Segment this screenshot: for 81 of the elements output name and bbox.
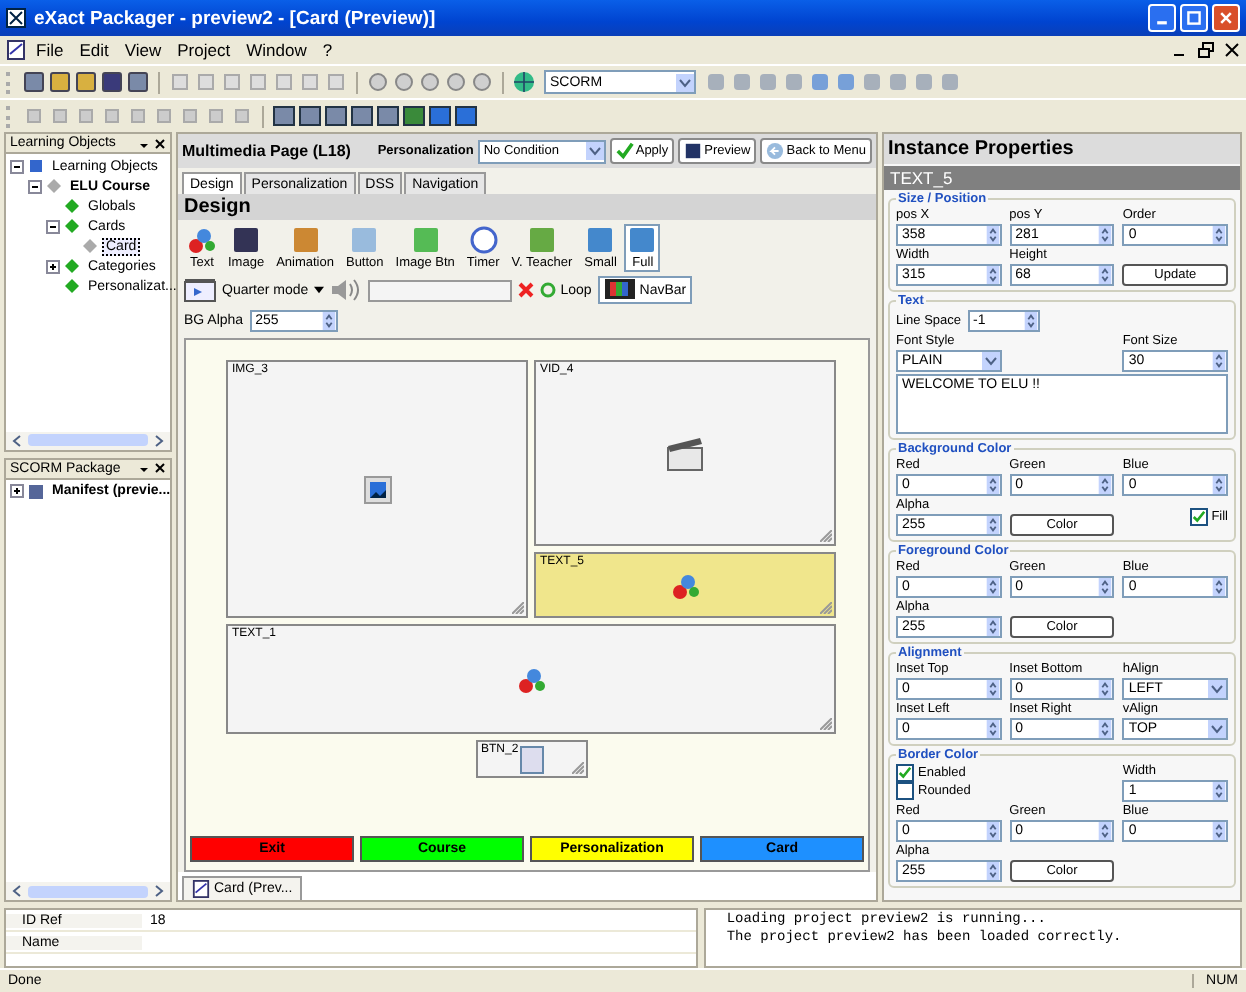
- page-title: Multimedia Page (L18): [182, 142, 351, 160]
- monitor-icon: [603, 278, 636, 302]
- resize-grip-icon[interactable]: [820, 718, 832, 730]
- instance-name: TEXT_5: [884, 166, 1240, 190]
- spin-arrows-icon[interactable]: [985, 822, 1000, 840]
- film-icon: [184, 278, 216, 302]
- spin-arrows-icon[interactable]: [985, 720, 1000, 738]
- spin-arrows-icon[interactable]: [1212, 352, 1226, 370]
- text-tool-icon: [188, 226, 216, 254]
- dropdown-arrow-icon: [1208, 720, 1226, 738]
- spin-arrows-icon[interactable]: [985, 476, 1000, 494]
- spin-arrows-icon[interactable]: [1098, 476, 1113, 494]
- spin-arrows-icon[interactable]: [321, 312, 336, 330]
- spin-arrows-icon[interactable]: [1098, 680, 1113, 698]
- document-icon: [192, 880, 210, 898]
- restore-icon[interactable]: [1198, 42, 1214, 58]
- spin-arrows-icon[interactable]: [1098, 578, 1113, 596]
- dropdown-arrow-icon: [1208, 680, 1226, 698]
- checkbox[interactable]: [1189, 508, 1208, 526]
- clapperboard-icon: [665, 435, 705, 471]
- expand-toggle-icon[interactable]: [28, 179, 42, 193]
- checkbox[interactable]: [896, 782, 914, 800]
- scroll-right-icon[interactable]: [152, 884, 166, 898]
- menu-item[interactable]: View: [118, 40, 168, 60]
- text-tool-icon: [671, 571, 699, 599]
- dropdown-arrow-icon: [676, 73, 694, 91]
- checkbox[interactable]: [896, 764, 914, 782]
- spin-arrows-icon[interactable]: [1212, 578, 1226, 596]
- resize-grip-icon[interactable]: [512, 602, 524, 614]
- minimize-button[interactable]: [1148, 4, 1176, 32]
- menu-item[interactable]: Edit: [73, 40, 115, 60]
- spin-arrows-icon[interactable]: [1098, 266, 1113, 284]
- expand-toggle-icon[interactable]: [10, 159, 24, 173]
- spin-arrows-icon[interactable]: [985, 266, 1000, 284]
- spin-arrows-icon[interactable]: [1023, 312, 1038, 330]
- loop-icon: [540, 282, 557, 298]
- menu-item[interactable]: File: [30, 40, 70, 60]
- speaker-icon: [330, 278, 363, 302]
- expand-toggle-icon[interactable]: [10, 484, 24, 498]
- scroll-left-icon[interactable]: [10, 884, 24, 898]
- menu-item[interactable]: ?: [316, 40, 339, 60]
- spin-arrows-icon[interactable]: [1098, 822, 1113, 840]
- spin-arrows-icon[interactable]: [1098, 226, 1113, 244]
- timer-tool-icon: [469, 226, 498, 254]
- spin-arrows-icon[interactable]: [985, 516, 1000, 534]
- resize-grip-icon[interactable]: [820, 530, 832, 542]
- resize-grip-icon[interactable]: [571, 762, 583, 774]
- spin-arrows-icon[interactable]: [1212, 226, 1226, 244]
- window-title: eXact Packager - preview2 - [Card (Preview)]: [34, 7, 436, 29]
- maximize-button[interactable]: [1180, 4, 1208, 32]
- menu-item[interactable]: Window: [240, 40, 313, 60]
- spin-arrows-icon[interactable]: [1098, 720, 1113, 738]
- dropdown-arrow-icon: [981, 352, 1000, 370]
- text-tool-icon: [517, 665, 545, 693]
- spin-arrows-icon[interactable]: [1212, 476, 1226, 494]
- panel-title: Instance Properties: [884, 134, 1240, 164]
- sound-file-field[interactable]: [368, 279, 513, 301]
- spin-arrows-icon[interactable]: [985, 618, 1000, 636]
- caret-icon: [314, 286, 325, 294]
- delete-icon[interactable]: [518, 282, 535, 298]
- app-icon: [6, 8, 26, 28]
- pin-icon[interactable]: [138, 462, 150, 474]
- expand-toggle-icon[interactable]: [46, 219, 60, 233]
- spin-arrows-icon[interactable]: [985, 578, 1000, 596]
- maximize-icon: [1186, 10, 1202, 26]
- scroll-left-icon[interactable]: [10, 433, 24, 447]
- spin-arrows-icon[interactable]: [985, 862, 1000, 880]
- check-icon: [615, 142, 634, 160]
- dropdown-arrow-icon: [585, 142, 604, 160]
- menu-item[interactable]: Project: [171, 40, 237, 60]
- close-button[interactable]: [1212, 4, 1240, 32]
- section-header: Design: [178, 194, 876, 220]
- spin-arrows-icon[interactable]: [1212, 822, 1226, 840]
- expand-toggle-icon[interactable]: [46, 259, 60, 273]
- spin-arrows-icon[interactable]: [1212, 782, 1226, 800]
- scroll-right-icon[interactable]: [152, 433, 166, 447]
- document-icon: [6, 40, 26, 60]
- spin-arrows-icon[interactable]: [985, 226, 1000, 244]
- spin-arrows-icon[interactable]: [985, 680, 1000, 698]
- tree-root-icon: [28, 158, 44, 174]
- resize-grip-icon[interactable]: [820, 602, 832, 614]
